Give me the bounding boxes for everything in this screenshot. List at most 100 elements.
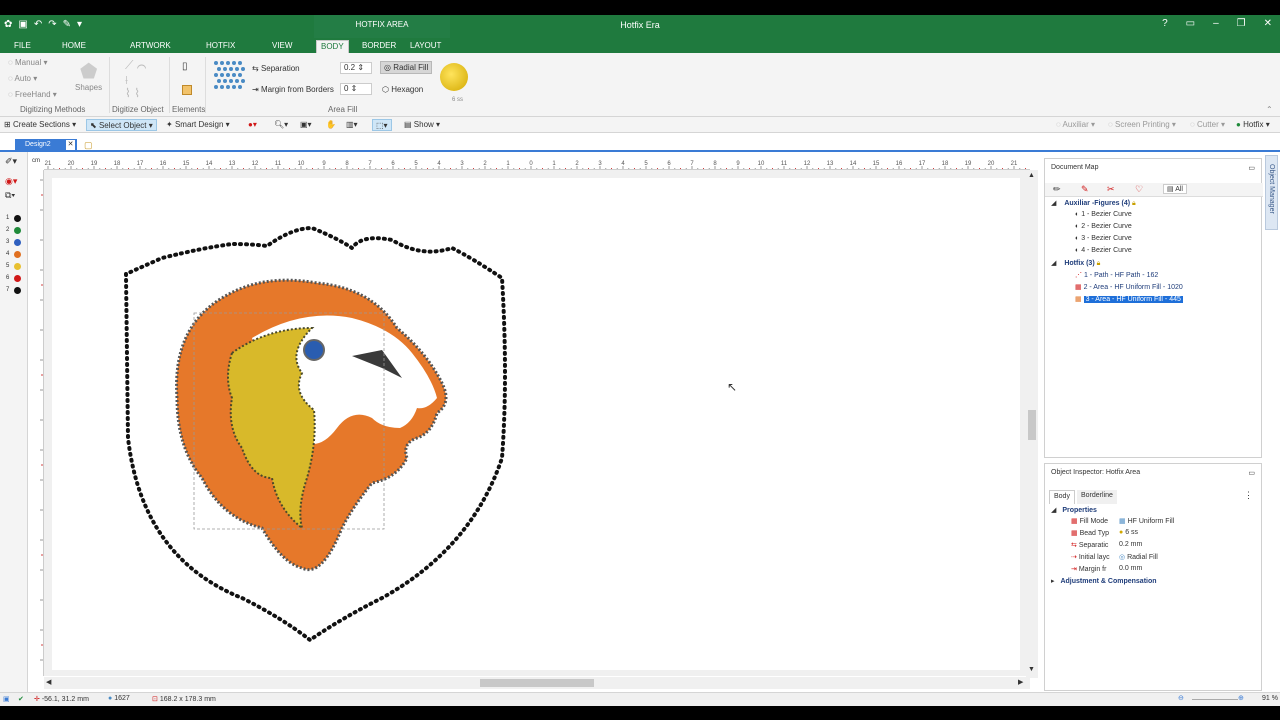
tab-border[interactable]: BORDER [358, 40, 400, 53]
separation-input[interactable]: 0.2 ⇕ [340, 62, 372, 74]
pen-filter-icon[interactable]: ✎ [1081, 184, 1089, 195]
hotfix-filter-icon[interactable]: ♡ [1135, 184, 1143, 195]
tree-item[interactable]: ◐ 2 - Bezier Curve [1075, 223, 1132, 230]
vertical-scroll-thumb[interactable] [1028, 410, 1036, 440]
create-sections-button[interactable]: ⊞ Create Sections ▾ [4, 119, 76, 131]
scroll-up-icon[interactable]: ▲ [1028, 172, 1035, 179]
uniform-fill-icon[interactable] [212, 59, 246, 95]
property-value[interactable]: ● 6 ss [1119, 529, 1138, 536]
property-value[interactable]: 0.2 mm [1119, 541, 1142, 548]
bead-color-swatch[interactable]: 2 [4, 226, 24, 236]
hotfix-group-row[interactable]: ◢ Hotfix (3) 🔒︎ [1051, 259, 1100, 268]
maximize-button[interactable]: ❐ [1237, 18, 1246, 29]
hexagon-button[interactable]: ⬡ Hexagon [382, 85, 423, 94]
margin-input[interactable]: 0 ⇕ [340, 83, 372, 95]
panel-pin-icon[interactable]: ▭ [1248, 164, 1255, 172]
cutter-filter-icon[interactable]: ✂ [1107, 184, 1115, 195]
collapse-ribbon-icon[interactable]: ⌃ [1266, 105, 1273, 114]
layer-tool-icon[interactable]: ⧉▾ [5, 190, 15, 201]
pen-tool-icon[interactable]: ✐▾ [5, 156, 17, 167]
panel-pin-icon[interactable]: ▭ [1248, 469, 1255, 477]
vertical-scrollbar[interactable]: ▲ ▼ [1026, 170, 1038, 678]
property-row[interactable]: ⇥ Margin fr [1071, 565, 1106, 573]
zoom-out-icon[interactable]: ⊖ [1178, 694, 1184, 702]
bead-color-swatch[interactable]: 4 [4, 250, 24, 260]
pen-icon[interactable]: ⟋ ⌒ [125, 58, 146, 73]
horizontal-scroll-thumb[interactable] [480, 679, 594, 687]
bead-color-swatch[interactable]: 7 [4, 286, 24, 296]
curve-icon[interactable]: ⌇ ⌇ [125, 86, 140, 100]
lion-shield-design[interactable] [52, 178, 1020, 670]
horizontal-scrollbar[interactable]: ◀ ▶ [44, 677, 1030, 689]
element-icon[interactable]: ▯ [182, 61, 188, 72]
zoom-icon[interactable]: 🔍︎▾ [274, 119, 288, 131]
shapes-icon[interactable]: ⬟ [80, 59, 97, 84]
tab-view[interactable]: VIEW [268, 40, 296, 53]
tab-home[interactable]: HOME [58, 40, 90, 53]
close-button[interactable]: ✕ [1264, 18, 1272, 29]
property-value[interactable]: ◎ Radial Fill [1119, 553, 1158, 561]
bead-color-swatch[interactable]: 6 [4, 274, 24, 284]
minimize-button[interactable]: – [1213, 18, 1219, 29]
document-tab-design2[interactable]: Design2 ✕ [15, 139, 77, 151]
color-picker-icon[interactable]: ●▾ [248, 119, 257, 131]
property-row[interactable]: ▦ Bead Typ [1071, 529, 1109, 537]
tab-body[interactable]: BODY [316, 40, 349, 53]
filter-all-button[interactable]: ▤ All [1163, 184, 1187, 194]
scroll-down-icon[interactable]: ▼ [1028, 666, 1035, 673]
close-tab-icon[interactable]: ✕ [66, 140, 75, 150]
mode-auxiliar[interactable]: ◌ Auxiliar ▾ [1056, 119, 1095, 131]
lion-eye[interactable] [303, 339, 325, 361]
tree-item[interactable]: ▦ 2 - Area - HF Uniform Fill - 1020 [1075, 283, 1183, 291]
manual-option[interactable]: ◌ Manual ▾ [8, 58, 47, 67]
tab-artwork[interactable]: ARTWORK [126, 40, 175, 53]
tree-item[interactable]: ◐ 4 - Bezier Curve [1075, 247, 1132, 254]
tab-hotfix[interactable]: HOTFIX [202, 40, 239, 53]
select-object-button[interactable]: ⬉ Select Object ▾ [86, 119, 157, 131]
tree-item[interactable]: ◐ 3 - Bezier Curve [1075, 235, 1132, 242]
tab-file[interactable]: FILE [10, 40, 35, 53]
new-document-icon[interactable]: ▢ [84, 140, 93, 151]
aux-group-row[interactable]: ◢ Auxiliar -Figures (4) 🔒︎ [1051, 199, 1136, 208]
radial-fill-button[interactable]: ◎ Radial Fill [380, 61, 433, 74]
tree-item[interactable]: ⋰ 1 - Path - HF Path - 162 [1075, 271, 1158, 279]
properties-section[interactable]: ◢ Properties [1051, 506, 1097, 514]
help-icon[interactable]: ? [1162, 18, 1168, 29]
tab-layout[interactable]: LAYOUT [406, 40, 445, 53]
adjustment-section[interactable]: ▸ Adjustment & Compensation [1051, 577, 1157, 585]
ribbon-display-icon[interactable]: ▭ [1186, 18, 1195, 29]
bead-tool-icon[interactable]: ◉▾ [5, 176, 17, 187]
pan-icon[interactable]: ✋ [326, 119, 336, 131]
property-row[interactable]: ⇢ Initial layc [1071, 553, 1110, 561]
zoom-select-icon[interactable]: ⬚▾ [372, 119, 392, 131]
freehand-option[interactable]: ◌ FreeHand ▾ [8, 90, 57, 99]
mode-hotfix[interactable]: ● Hotfix ▾ [1236, 119, 1270, 131]
mode-cutter[interactable]: ◌ Cutter ▾ [1190, 119, 1225, 131]
object-manager-side-tab[interactable]: Object Manager [1265, 155, 1278, 230]
mode-screen-printing[interactable]: ◌ Screen Printing ▾ [1108, 119, 1176, 131]
smart-design-button[interactable]: ✦ Smart Design ▾ [166, 119, 230, 131]
bead-color-swatch[interactable]: 3 [4, 238, 24, 248]
scroll-right-icon[interactable]: ▶ [1018, 678, 1023, 686]
property-value[interactable]: ▦ HF Uniform Fill [1119, 517, 1174, 525]
inspector-tab-body[interactable]: Body [1049, 490, 1075, 504]
design-page[interactable]: ↖ [52, 178, 1020, 670]
brush-icon[interactable]: ✏ [1053, 184, 1061, 195]
scroll-left-icon[interactable]: ◀ [46, 678, 51, 686]
zoom-slider[interactable] [1192, 699, 1238, 700]
bead-color-swatch[interactable]: 1 [4, 214, 24, 224]
bead-size-icon[interactable] [440, 63, 468, 91]
more-options-icon[interactable]: ⋮ [1244, 490, 1253, 501]
bead-color-swatch[interactable]: 5 [4, 262, 24, 272]
property-row[interactable]: ⇆ Separatic [1071, 541, 1108, 549]
property-value[interactable]: 0.0 mm [1119, 565, 1142, 572]
zoom-in-icon[interactable]: ⊕ [1238, 694, 1244, 702]
page-zoom-icon[interactable]: ▣▾ [300, 119, 312, 131]
shapes-button[interactable]: Shapes [75, 83, 102, 92]
element-fill-icon[interactable] [182, 85, 192, 95]
show-button[interactable]: ▤ Show ▾ [404, 119, 440, 131]
grid-icon[interactable]: ▥▾ [346, 119, 358, 131]
design-canvas[interactable]: ↖ [44, 170, 1030, 676]
property-row[interactable]: ▦ Fill Mode [1071, 517, 1108, 525]
auto-option[interactable]: ◌ Auto ▾ [8, 74, 37, 83]
